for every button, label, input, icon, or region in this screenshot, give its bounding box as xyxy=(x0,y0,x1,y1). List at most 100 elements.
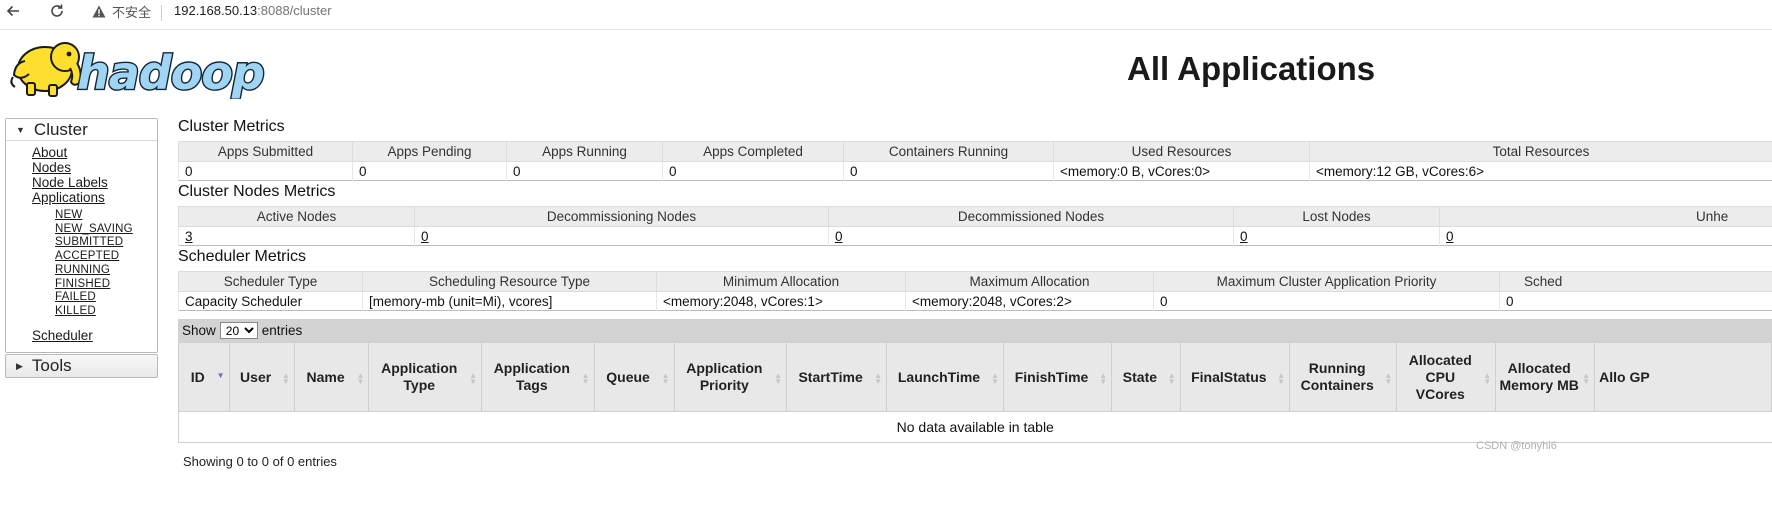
applications-table: ID ▼ User ▲ ▼ Name ▲ ▼ Application Type ▲ ▼ App… xyxy=(178,342,1772,443)
column-header-state[interactable]: State ▲ ▼ xyxy=(1111,342,1181,412)
state-link-submitted[interactable]: SUBMITTED xyxy=(55,236,133,250)
column-header-allocated-memory-mb[interactable]: Allocated Memory MB ▲ ▼ xyxy=(1495,342,1596,412)
security-label: 不安全 xyxy=(112,5,152,20)
metric-value: <memory:0 B, vCores:0> xyxy=(1053,161,1310,181)
state-link-new-saving[interactable]: NEW_SAVING xyxy=(55,223,133,237)
column-header-allocated-cpu-vcores[interactable]: Allocated CPU VCores ▲ ▼ xyxy=(1396,342,1497,412)
expand-triangle-icon: ▶ xyxy=(16,360,23,371)
reload-button[interactable] xyxy=(48,2,66,20)
sort-icon: ▲ ▼ xyxy=(1384,371,1393,386)
active-nodes-link[interactable]: 3 xyxy=(185,229,193,244)
state-link-killed[interactable]: KILLED xyxy=(55,305,133,319)
tools-nav-panel[interactable]: ▶ Tools xyxy=(5,354,158,378)
metric-value: 0 xyxy=(414,226,829,246)
column-header-finish-time[interactable]: FinishTime ▲ ▼ xyxy=(1002,342,1113,412)
sort-icon: ▲ ▼ xyxy=(1099,371,1108,386)
column-header-application-priority[interactable]: Application Priority ▲ ▼ xyxy=(673,342,788,412)
metric-value: 0 xyxy=(828,226,1234,246)
column-header: Containers Running xyxy=(843,141,1054,162)
nav-link-node-labels[interactable]: Node Labels xyxy=(32,175,108,190)
table-row: No data available in table xyxy=(178,411,1772,443)
column-header-allocated-gpus[interactable]: Allo GP xyxy=(1594,342,1772,412)
collapse-triangle-icon: ▼ xyxy=(16,124,25,135)
sort-desc-icon: ▼ xyxy=(216,371,225,380)
column-header: Active Nodes xyxy=(178,206,415,227)
column-header-label: Allocated CPU VCores xyxy=(1408,351,1472,402)
unhealthy-nodes-link[interactable]: 0 xyxy=(1446,229,1454,244)
page-size-select[interactable]: 20 xyxy=(219,322,258,339)
cluster-nav-label: Cluster xyxy=(33,119,88,139)
nav-link-scheduler[interactable]: Scheduler xyxy=(32,328,93,343)
nav-link-nodes[interactable]: Nodes xyxy=(32,160,108,175)
hadoop-logo[interactable]: hadoop xyxy=(5,33,275,101)
cluster-links: About Nodes Node Labels Applications xyxy=(32,145,108,205)
state-link-failed[interactable]: FAILED xyxy=(55,291,133,305)
column-header-application-type[interactable]: Application Type ▲ ▼ xyxy=(368,342,483,412)
column-header-application-tags[interactable]: Application Tags ▲ ▼ xyxy=(481,342,595,412)
column-header-label: Running Containers xyxy=(1300,360,1374,393)
lost-nodes-link[interactable]: 0 xyxy=(1240,229,1248,244)
column-header-final-status[interactable]: FinalStatus ▲ ▼ xyxy=(1179,342,1291,412)
metric-value: 0 xyxy=(1153,291,1500,311)
scheduler-metrics-title: Scheduler Metrics xyxy=(178,248,307,265)
metric-value: [memory-mb (unit=Mi), vcores] xyxy=(362,291,657,311)
column-header-id[interactable]: ID ▼ xyxy=(178,342,230,412)
url-separator xyxy=(161,5,162,21)
column-header-label: Application Type xyxy=(381,360,458,393)
metric-value: <memory:2048, vCores:1> xyxy=(656,291,906,311)
column-header: Minimum Allocation xyxy=(656,271,906,292)
column-header-start-time[interactable]: StartTime ▲ ▼ xyxy=(786,342,888,412)
address-bar[interactable]: 192.168.50.13:8088/cluster xyxy=(174,3,332,18)
cluster-nav-header[interactable]: ▼ Cluster xyxy=(6,119,157,141)
column-header-name[interactable]: Name ▲ ▼ xyxy=(293,342,370,412)
security-indicator[interactable]: 不安全 xyxy=(92,2,151,21)
column-header-queue[interactable]: Queue ▲ ▼ xyxy=(593,342,675,412)
metric-value: <memory:12 GB, vCores:6> xyxy=(1309,161,1772,181)
tools-nav-header[interactable]: ▶ Tools xyxy=(6,355,157,377)
sort-icon: ▲ ▼ xyxy=(1167,371,1176,386)
column-header: Total Resources xyxy=(1309,141,1772,162)
column-header-user[interactable]: User ▲ ▼ xyxy=(228,342,295,412)
application-state-links: NEW NEW_SAVING SUBMITTED ACCEPTED RUNNIN… xyxy=(55,209,133,319)
table-header-row: ID ▼ User ▲ ▼ Name ▲ ▼ Application Type ▲ ▼ App… xyxy=(178,342,1772,412)
cluster-metrics-title: Cluster Metrics xyxy=(178,118,285,135)
nav-link-about[interactable]: About xyxy=(32,145,108,160)
table-row: 0 0 0 0 0 <memory:0 B, vCores:0> <memory… xyxy=(178,161,1772,181)
table-header-row: Scheduler Type Scheduling Resource Type … xyxy=(178,271,1772,292)
nav-link-applications[interactable]: Applications xyxy=(32,190,108,205)
column-header: Decommissioned Nodes xyxy=(828,206,1234,227)
metric-value: <memory:2048, vCores:2> xyxy=(905,291,1154,311)
decommissioning-nodes-link[interactable]: 0 xyxy=(421,229,429,244)
column-header-label: LaunchTime xyxy=(897,368,981,385)
table-row: Capacity Scheduler [memory-mb (unit=Mi),… xyxy=(178,291,1772,311)
state-link-accepted[interactable]: ACCEPTED xyxy=(55,250,133,264)
column-header-label: FinishTime xyxy=(1014,368,1089,385)
column-header: Scheduling Resource Type xyxy=(362,271,657,292)
state-link-new[interactable]: NEW xyxy=(55,209,133,223)
sort-icon: ▲ ▼ xyxy=(774,371,783,386)
state-link-finished[interactable]: FINISHED xyxy=(55,278,133,292)
column-header: Maximum Allocation xyxy=(905,271,1154,292)
column-header-launch-time[interactable]: LaunchTime ▲ ▼ xyxy=(886,342,1004,412)
logo-wordmark: hadoop xyxy=(77,46,264,99)
table-header-row: Active Nodes Decommissioning Nodes Decom… xyxy=(178,206,1772,227)
sort-icon: ▲ ▼ xyxy=(661,371,670,386)
back-button[interactable] xyxy=(4,2,22,20)
column-header: Apps Running xyxy=(506,141,663,162)
column-header: Apps Submitted xyxy=(178,141,353,162)
state-link-running[interactable]: RUNNING xyxy=(55,264,133,278)
apps-table-toolbar: Show 20 entries xyxy=(178,319,1772,342)
sort-icon: ▲ ▼ xyxy=(1277,371,1286,386)
metric-value: 0 xyxy=(843,161,1054,181)
table-row: 3 0 0 0 0 xyxy=(178,226,1772,246)
column-header-running-containers[interactable]: Running Containers ▲ ▼ xyxy=(1289,342,1398,412)
table-info-text: Showing 0 to 0 of 0 entries xyxy=(183,454,337,469)
cluster-nav-panel: ▼ Cluster About Nodes Node Labels Applic… xyxy=(5,118,158,353)
show-label: Show xyxy=(182,323,216,338)
metric-value: 0 xyxy=(352,161,507,181)
sort-icon: ▲ ▼ xyxy=(874,371,883,386)
column-header: Apps Pending xyxy=(352,141,507,162)
column-header: Apps Completed xyxy=(662,141,844,162)
decommissioned-nodes-link[interactable]: 0 xyxy=(835,229,843,244)
warning-icon xyxy=(92,5,106,18)
